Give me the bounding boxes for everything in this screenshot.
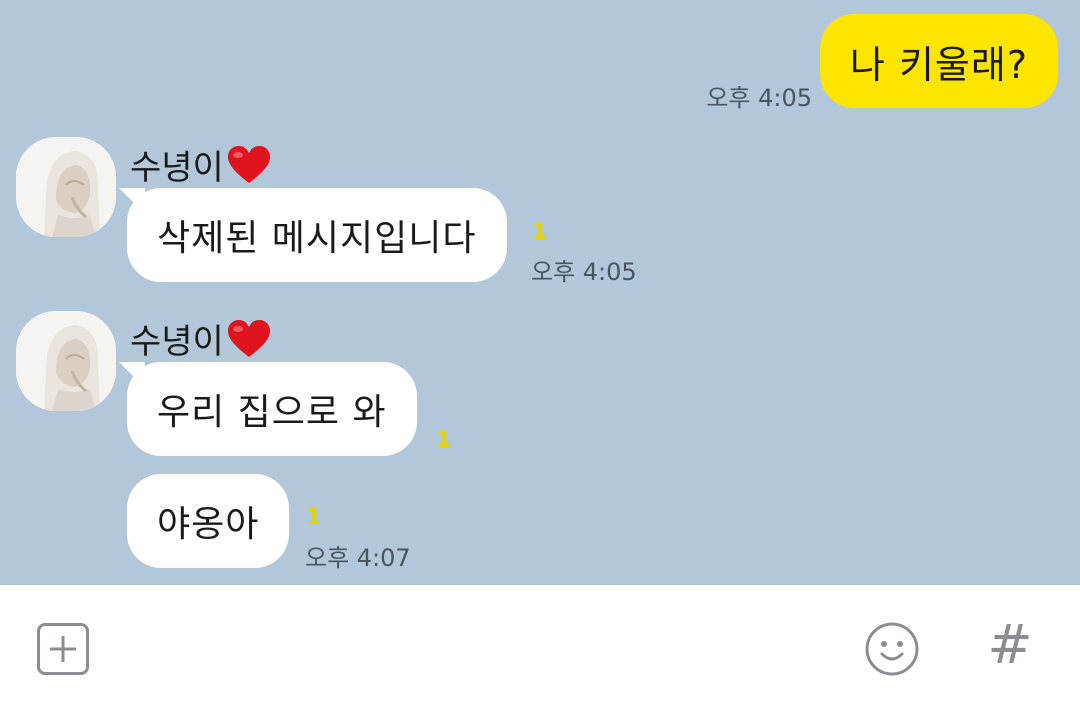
avatar-image [16, 311, 116, 411]
sender-name: 수녕이 [130, 314, 272, 363]
sender-name-text: 수녕이 [130, 148, 224, 188]
message-time: 오후 4:07 [305, 544, 411, 572]
message-text: 삭제된 메시지입니다 [157, 218, 477, 259]
message-text: 야옹아 [157, 504, 260, 545]
unread-count: 1 [306, 505, 322, 530]
message-text: 나 키울래? [849, 42, 1028, 87]
sender-name: 수녕이 [130, 140, 272, 189]
sent-message-bubble[interactable]: 나 키울래? [819, 14, 1058, 108]
emoji-button[interactable] [864, 621, 920, 677]
received-message-bubble[interactable]: 우리 집으로 와 [127, 362, 417, 456]
unread-count: 1 [532, 220, 548, 245]
hashtag-button[interactable]: # [985, 615, 1035, 675]
unread-count: 1 [436, 428, 452, 453]
plus-icon [50, 636, 76, 662]
message-input-bar: # [0, 585, 1080, 711]
attach-button[interactable] [37, 623, 89, 675]
message-time: 오후 4:05 [531, 258, 637, 286]
heart-icon [227, 319, 270, 357]
avatar-image [16, 137, 116, 237]
received-message-bubble[interactable]: 야옹아 [127, 474, 290, 568]
hash-icon: # [987, 613, 1033, 676]
message-time: 오후 4:05 [706, 84, 812, 112]
received-message-bubble[interactable]: 삭제된 메시지입니다 [127, 188, 507, 282]
chat-screen: 오후 4:05 나 키울래? 수녕이 삭제된 메시지입니다 1 오후 4:05 … [0, 0, 1080, 711]
avatar[interactable] [16, 311, 116, 411]
smiley-icon [865, 622, 919, 676]
avatar[interactable] [16, 137, 116, 237]
message-text: 우리 집으로 와 [157, 392, 387, 433]
chat-message-area[interactable]: 오후 4:05 나 키울래? 수녕이 삭제된 메시지입니다 1 오후 4:05 … [0, 0, 1080, 585]
heart-icon [227, 145, 270, 183]
sender-name-text: 수녕이 [130, 322, 224, 362]
